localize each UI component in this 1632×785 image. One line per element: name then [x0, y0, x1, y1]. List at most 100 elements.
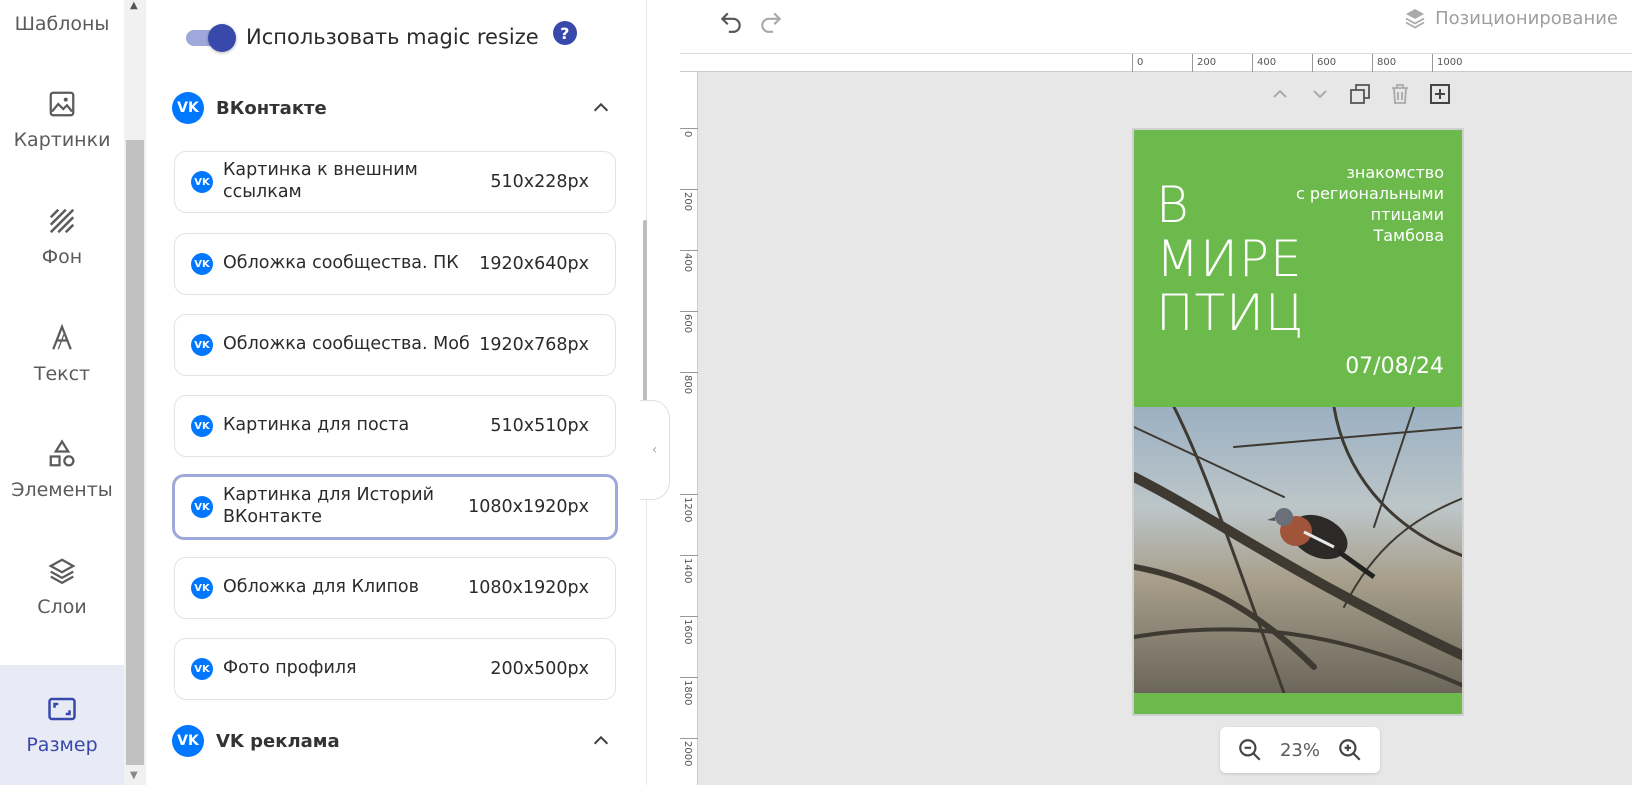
- chevron-up-icon[interactable]: [590, 97, 612, 119]
- editor-toolbar: Позиционирование: [680, 0, 1632, 54]
- nav-templates-label: Шаблоны: [14, 13, 110, 35]
- size-card-name: Обложка сообщества. Моб: [223, 334, 470, 355]
- scroll-down-icon[interactable]: ▼: [130, 770, 138, 781]
- ruler-tick: 1600: [680, 616, 698, 644]
- ruler-tick: 0: [680, 128, 698, 137]
- group-header-vkontakte[interactable]: VK ВКонтакте: [172, 90, 612, 126]
- positioning-button[interactable]: Позиционирование: [1403, 6, 1618, 30]
- nav-size[interactable]: Размер: [0, 665, 124, 785]
- duplicate-icon[interactable]: [1348, 82, 1372, 106]
- size-card-name: Картинка для Историй ВКонтакте: [223, 485, 434, 527]
- group-title: VK реклама: [216, 730, 340, 752]
- nav-layers-label: Слои: [37, 596, 87, 618]
- ruler-tick: 600: [1312, 54, 1336, 72]
- vk-logo-icon: VK: [191, 415, 213, 437]
- shapes-icon: [49, 439, 75, 467]
- size-card[interactable]: VK Обложка для Клипов 1080x1920px: [174, 557, 616, 619]
- design-canvas[interactable]: знакомство с региональными птицами Тамбо…: [1132, 128, 1464, 716]
- ruler-tick: 1800: [680, 677, 698, 705]
- help-icon[interactable]: ?: [552, 21, 577, 45]
- ruler-tick: 800: [680, 372, 698, 394]
- trash-icon[interactable]: [1388, 82, 1412, 106]
- ruler-tick: 0: [1132, 54, 1143, 72]
- page-tools: [1268, 82, 1452, 106]
- group-header-vk-ads[interactable]: VK VK реклама: [172, 723, 612, 759]
- nav-background[interactable]: Фон: [0, 177, 124, 297]
- canvas-title[interactable]: В МИРЕ ПТИЦ: [1156, 178, 1305, 340]
- ruler-tick: 400: [1252, 54, 1276, 72]
- magic-resize-label: Использовать magic resize: [246, 25, 539, 49]
- zoom-out-icon[interactable]: [1237, 737, 1263, 763]
- size-card-selected[interactable]: VK Картинка для Историй ВКонтакте 1080x1…: [172, 474, 618, 540]
- left-nav: Шаблоны Картинки Фон Текст Элементы Слои…: [0, 0, 124, 785]
- vk-logo-icon: VK: [172, 725, 204, 757]
- size-card-name: Картинка для поста: [223, 415, 410, 436]
- nav-scrollbar[interactable]: ▲ ▼: [124, 0, 146, 785]
- nav-size-label: Размер: [26, 734, 98, 756]
- ruler-tick: 600: [680, 311, 698, 333]
- layers-icon: [1405, 9, 1425, 29]
- resize-icon: [48, 697, 76, 721]
- canvas-date[interactable]: 07/08/24: [1345, 354, 1444, 379]
- vk-logo-icon: VK: [191, 496, 213, 518]
- nav-text[interactable]: Текст: [0, 294, 124, 414]
- size-card[interactable]: VK Картинка для поста 510x510px: [174, 395, 616, 457]
- zoom-in-icon[interactable]: [1337, 737, 1363, 763]
- background-icon: [49, 208, 75, 234]
- layers-icon: [48, 558, 76, 585]
- ruler-tick: 1200: [680, 494, 698, 522]
- nav-elements-label: Элементы: [11, 479, 113, 501]
- canvas-subtitle[interactable]: знакомство с региональными птицами Тамбо…: [1296, 162, 1444, 246]
- size-card-dimensions: 1080x1920px: [468, 578, 589, 598]
- nav-layers[interactable]: Слои: [0, 527, 124, 647]
- ruler-tick: 2000: [680, 738, 698, 766]
- vk-logo-icon: VK: [191, 334, 213, 356]
- size-card[interactable]: VK Фото профиля 200x500px: [174, 638, 616, 700]
- text-icon: [52, 323, 72, 350]
- zoom-value: 23%: [1279, 739, 1320, 761]
- magic-resize-row: Использовать magic resize ?: [184, 21, 577, 52]
- magic-resize-toggle[interactable]: [184, 24, 236, 52]
- chevron-up-icon[interactable]: [1268, 82, 1292, 106]
- scroll-up-icon[interactable]: ▲: [130, 0, 138, 11]
- vk-logo-icon: VK: [191, 171, 213, 193]
- size-card-dimensions: 510x228px: [490, 172, 589, 192]
- vk-logo-icon: VK: [172, 92, 204, 124]
- ruler-tick: 1000: [1432, 54, 1462, 72]
- nav-text-label: Текст: [33, 363, 91, 385]
- ruler-tick: 200: [1192, 54, 1216, 72]
- collapse-panel-button[interactable]: ‹: [640, 400, 670, 500]
- chevron-left-icon: ‹: [651, 442, 658, 458]
- size-panel: Использовать magic resize ? VK ВКонтакте…: [146, 0, 647, 785]
- size-card-dimensions: 1920x640px: [479, 254, 589, 274]
- vk-logo-icon: VK: [191, 658, 213, 680]
- undo-icon[interactable]: [718, 8, 744, 34]
- size-card-dimensions: 1920x768px: [479, 335, 589, 355]
- size-card[interactable]: VK Обложка сообщества. Моб 1920x768px: [174, 314, 616, 376]
- size-card-name: Картинка к внешним ссылкам: [223, 160, 418, 202]
- group-title: ВКонтакте: [216, 97, 327, 119]
- nav-elements[interactable]: Элементы: [0, 410, 124, 530]
- nav-images[interactable]: Картинки: [0, 60, 124, 180]
- chevron-down-icon[interactable]: [1308, 82, 1332, 106]
- add-page-icon[interactable]: [1428, 82, 1452, 106]
- nav-images-label: Картинки: [13, 129, 111, 151]
- vk-logo-icon: VK: [191, 253, 213, 275]
- size-card-dimensions: 1080x1920px: [468, 497, 589, 517]
- nav-scrollbar-thumb[interactable]: [126, 140, 144, 765]
- ruler-tick: 800: [1372, 54, 1396, 72]
- size-card[interactable]: VK Обложка сообщества. ПК 1920x640px: [174, 233, 616, 295]
- chevron-up-icon[interactable]: [590, 730, 612, 752]
- size-card[interactable]: VK Картинка к внешним ссылкам 510x228px: [174, 151, 616, 213]
- editor-area: Позиционирование 0 200 400 600 800 1000 …: [680, 0, 1632, 785]
- size-card-name: Обложка сообщества. ПК: [223, 253, 459, 274]
- image-icon: [49, 91, 75, 117]
- redo-icon[interactable]: [758, 8, 784, 34]
- ruler-tick: 200: [680, 189, 698, 211]
- bird-photo[interactable]: [1134, 407, 1462, 693]
- size-card-name: Фото профиля: [223, 658, 357, 679]
- ruler-tick: 400: [680, 250, 698, 272]
- size-card-name: Обложка для Клипов: [223, 577, 419, 598]
- vk-logo-icon: VK: [191, 577, 213, 599]
- nav-background-label: Фон: [41, 246, 83, 268]
